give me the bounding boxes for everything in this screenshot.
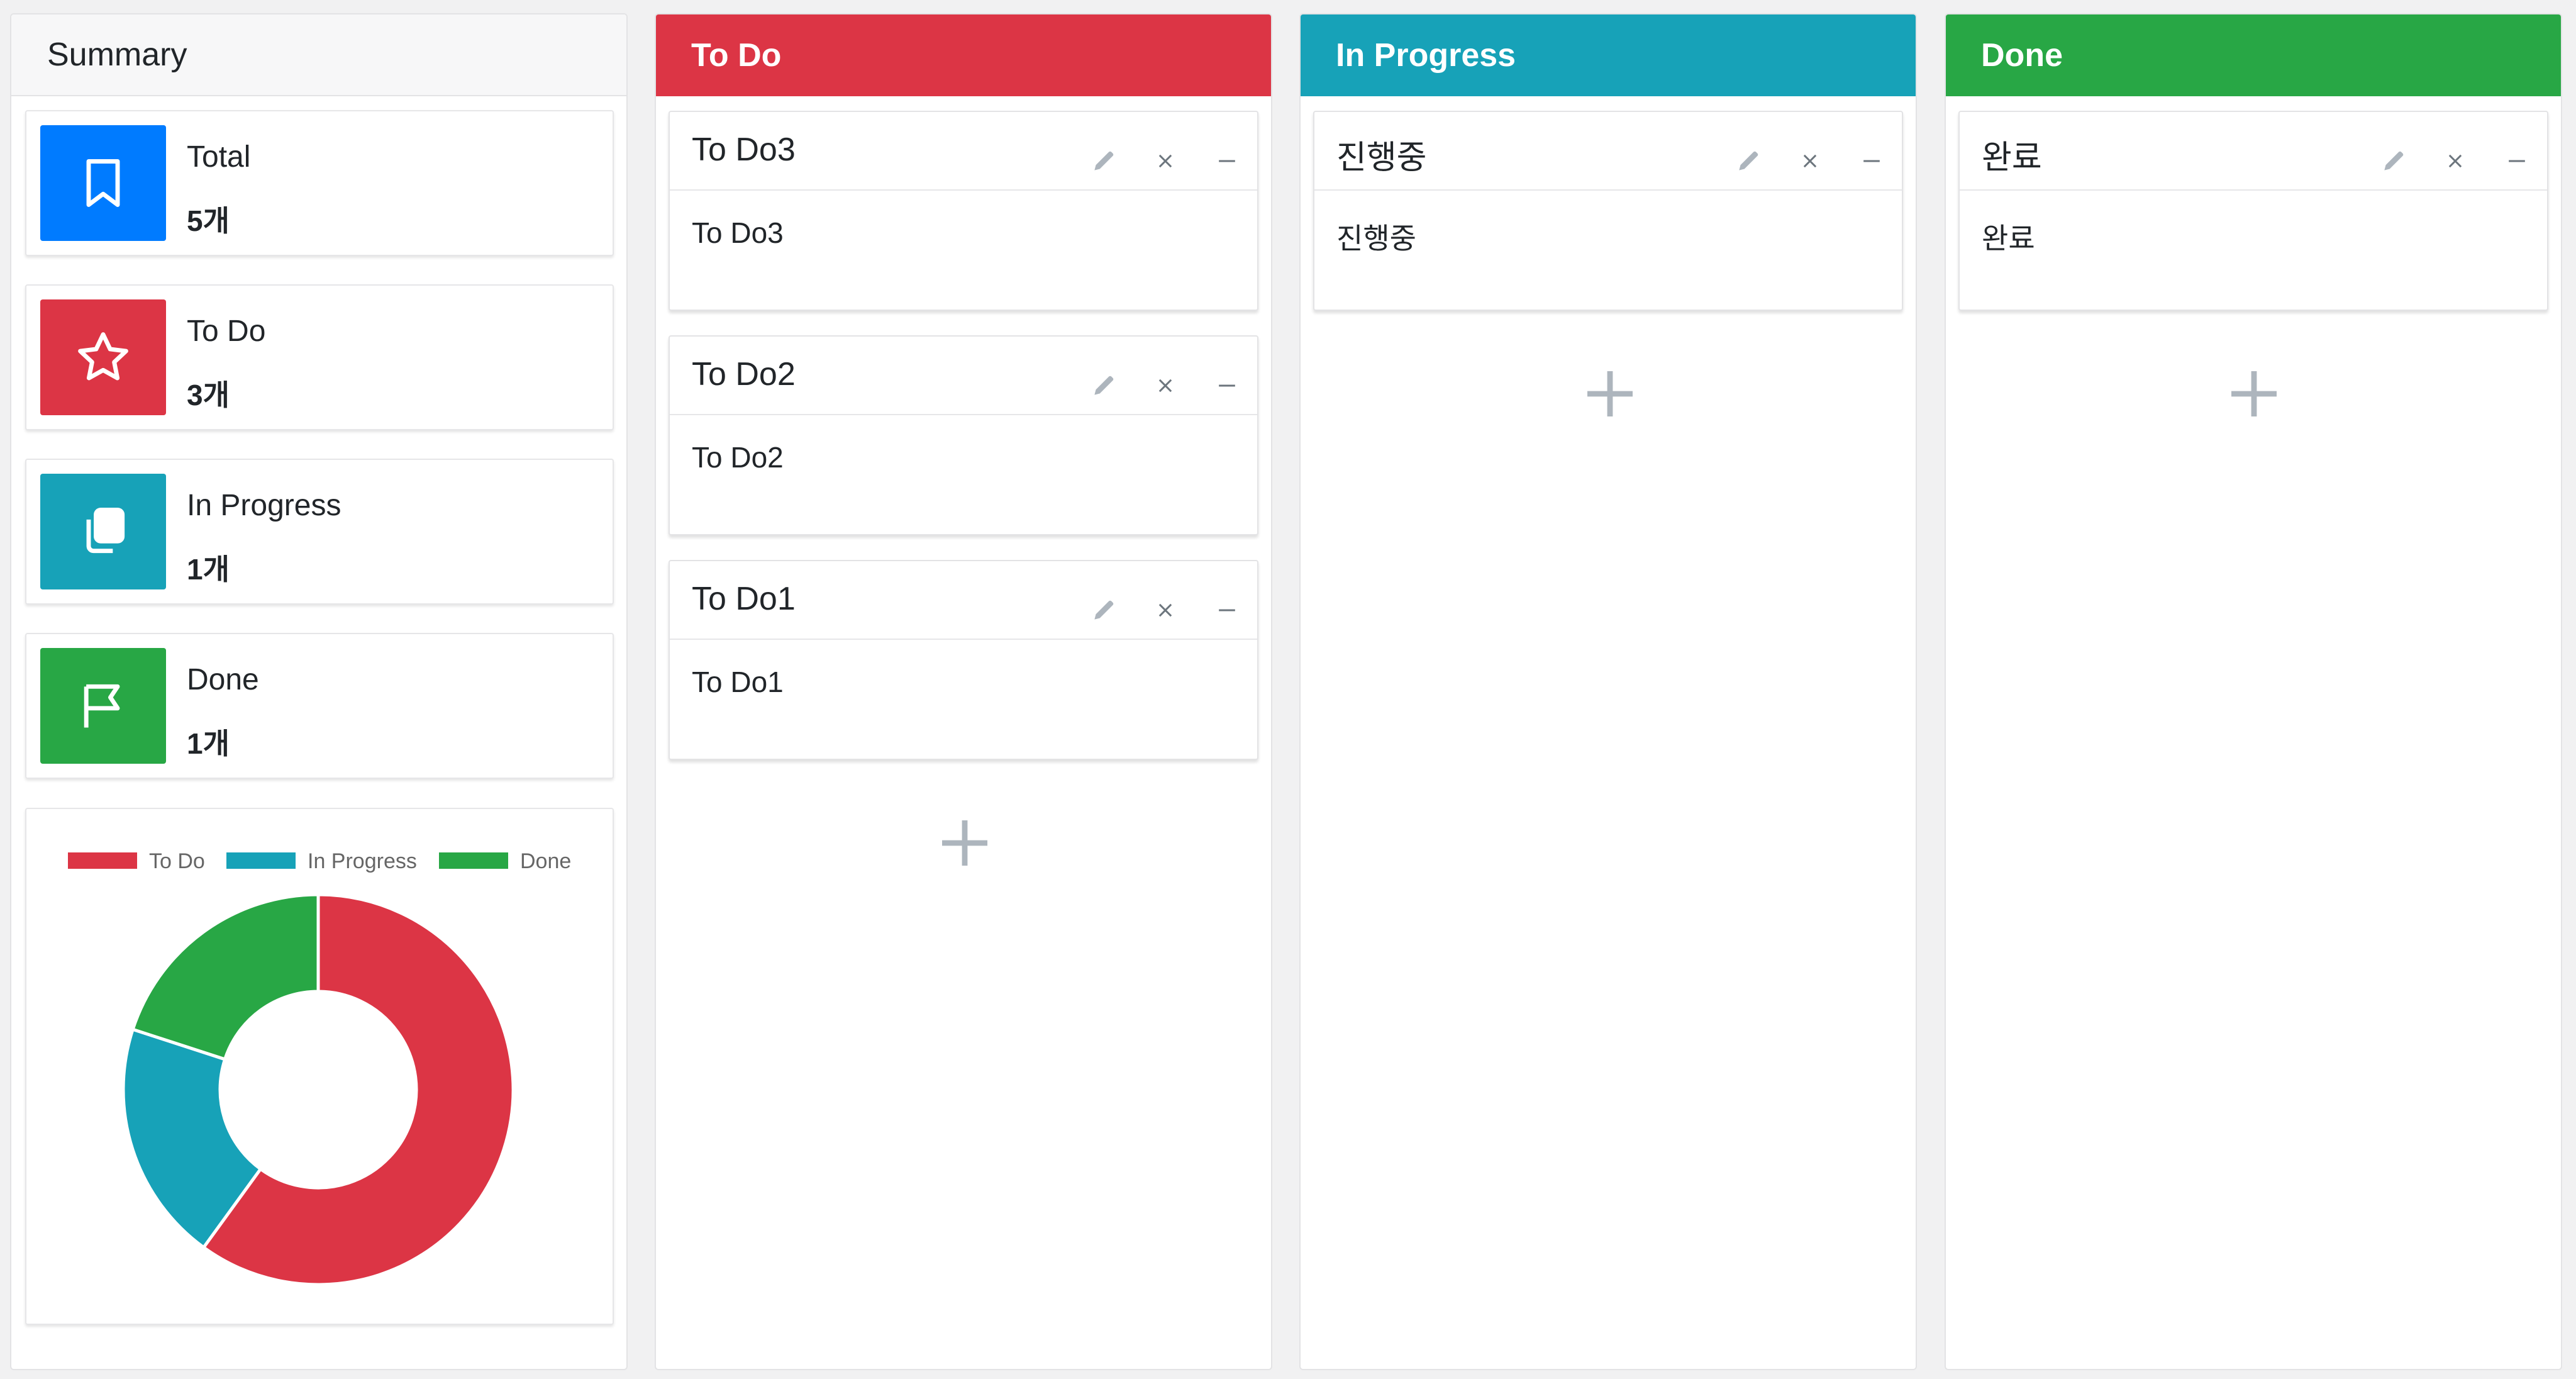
plus-icon <box>1587 371 1633 416</box>
stat-label: Total <box>187 140 251 174</box>
stat-card-todo: To Do 3개 <box>25 284 614 430</box>
close-icon[interactable] <box>1141 367 1189 405</box>
close-icon[interactable] <box>1786 142 1834 180</box>
column-title-done: Done <box>1946 14 2561 96</box>
task-body: 진행중 <box>1336 222 1416 255</box>
task-body: 완료 <box>1982 222 2035 255</box>
add-card-button-done[interactable] <box>2219 359 2289 428</box>
summary-title: Summary <box>11 14 626 96</box>
task-actions <box>1080 591 1251 629</box>
pencil-icon[interactable] <box>1080 142 1128 180</box>
task-actions <box>2370 142 2541 180</box>
legend-label[interactable]: Done <box>520 849 571 873</box>
task-body: To Do1 <box>692 666 784 698</box>
task-card[interactable]: 진행중 진행중 <box>1313 111 1903 311</box>
add-card-button-in-progress[interactable] <box>1575 359 1645 428</box>
plus-icon <box>2231 371 2277 416</box>
close-icon[interactable] <box>1141 591 1189 629</box>
task-card[interactable]: 완료 완료 <box>1958 111 2548 311</box>
minimize-icon[interactable] <box>1203 142 1251 180</box>
minimize-icon[interactable] <box>1203 591 1251 629</box>
minimize-icon[interactable] <box>1848 142 1896 180</box>
task-title: 진행중 <box>1336 140 1427 176</box>
pencil-icon[interactable] <box>1080 591 1128 629</box>
column-done: Done 완료 완료 <box>1945 13 2562 1370</box>
stat-label: Done <box>187 663 259 696</box>
stat-count: 3개 <box>187 379 230 411</box>
close-icon[interactable] <box>2431 142 2479 180</box>
task-card[interactable]: To Do1 To Do1 <box>669 560 1258 760</box>
legend-swatch[interactable] <box>68 852 137 869</box>
task-card-header: To Do3 <box>670 112 1257 191</box>
task-card-header: To Do2 <box>670 337 1257 415</box>
column-todo: To Do To Do3 To Do3 To Do2 To Do2 To Do1 <box>655 13 1272 1370</box>
column-title-todo: To Do <box>656 14 1271 96</box>
task-title: To Do1 <box>692 581 796 617</box>
task-title: To Do2 <box>692 356 796 393</box>
legend-swatch[interactable] <box>226 852 296 869</box>
task-card-header: To Do1 <box>670 561 1257 640</box>
add-card-button-todo[interactable] <box>930 808 999 878</box>
column-title-in-progress: In Progress <box>1301 14 1916 96</box>
task-actions <box>1080 142 1251 180</box>
status-doughnut-chart: To Do In Progress Done <box>68 849 571 1287</box>
stat-card-in-progress: In Progress 1개 <box>25 459 614 605</box>
legend-label[interactable]: To Do <box>149 849 205 873</box>
star-icon <box>40 299 166 415</box>
flag-icon <box>40 648 166 764</box>
minimize-icon[interactable] <box>1203 367 1251 405</box>
stat-card-done: Done 1개 <box>25 633 614 779</box>
pencil-icon[interactable] <box>1080 367 1128 405</box>
task-body: To Do3 <box>692 216 784 249</box>
task-card[interactable]: To Do2 To Do2 <box>669 335 1258 535</box>
stat-count: 1개 <box>187 727 230 760</box>
task-actions <box>1724 142 1896 180</box>
pencil-icon[interactable] <box>2370 142 2418 180</box>
column-in-progress: In Progress 진행중 진행중 <box>1299 13 1917 1370</box>
legend-swatch[interactable] <box>439 852 508 869</box>
stat-label: To Do <box>187 315 266 348</box>
task-actions <box>1080 367 1251 405</box>
stat-count: 5개 <box>187 204 230 237</box>
plus-icon <box>942 820 987 866</box>
legend-label[interactable]: In Progress <box>308 849 417 873</box>
task-card-header: 완료 <box>1960 112 2547 191</box>
stat-label: In Progress <box>187 489 341 522</box>
minimize-icon[interactable] <box>2493 142 2541 180</box>
close-icon[interactable] <box>1141 142 1189 180</box>
stat-card-total: Total 5개 <box>25 110 614 256</box>
stat-count: 1개 <box>187 553 230 586</box>
status-chart-card: To Do In Progress Done <box>25 808 614 1325</box>
chart-slice-done[interactable] <box>131 893 320 1061</box>
task-card[interactable]: To Do3 To Do3 <box>669 111 1258 311</box>
task-title: 완료 <box>1982 140 2042 176</box>
copy-icon <box>40 474 166 589</box>
task-body: To Do2 <box>692 441 784 474</box>
bookmark-icon <box>40 125 166 241</box>
task-card-header: 진행중 <box>1314 112 1902 191</box>
pencil-icon[interactable] <box>1724 142 1772 180</box>
summary-panel: Summary Total 5개 To Do 3개 In Progress 1개… <box>10 13 628 1370</box>
task-title: To Do3 <box>692 131 796 168</box>
